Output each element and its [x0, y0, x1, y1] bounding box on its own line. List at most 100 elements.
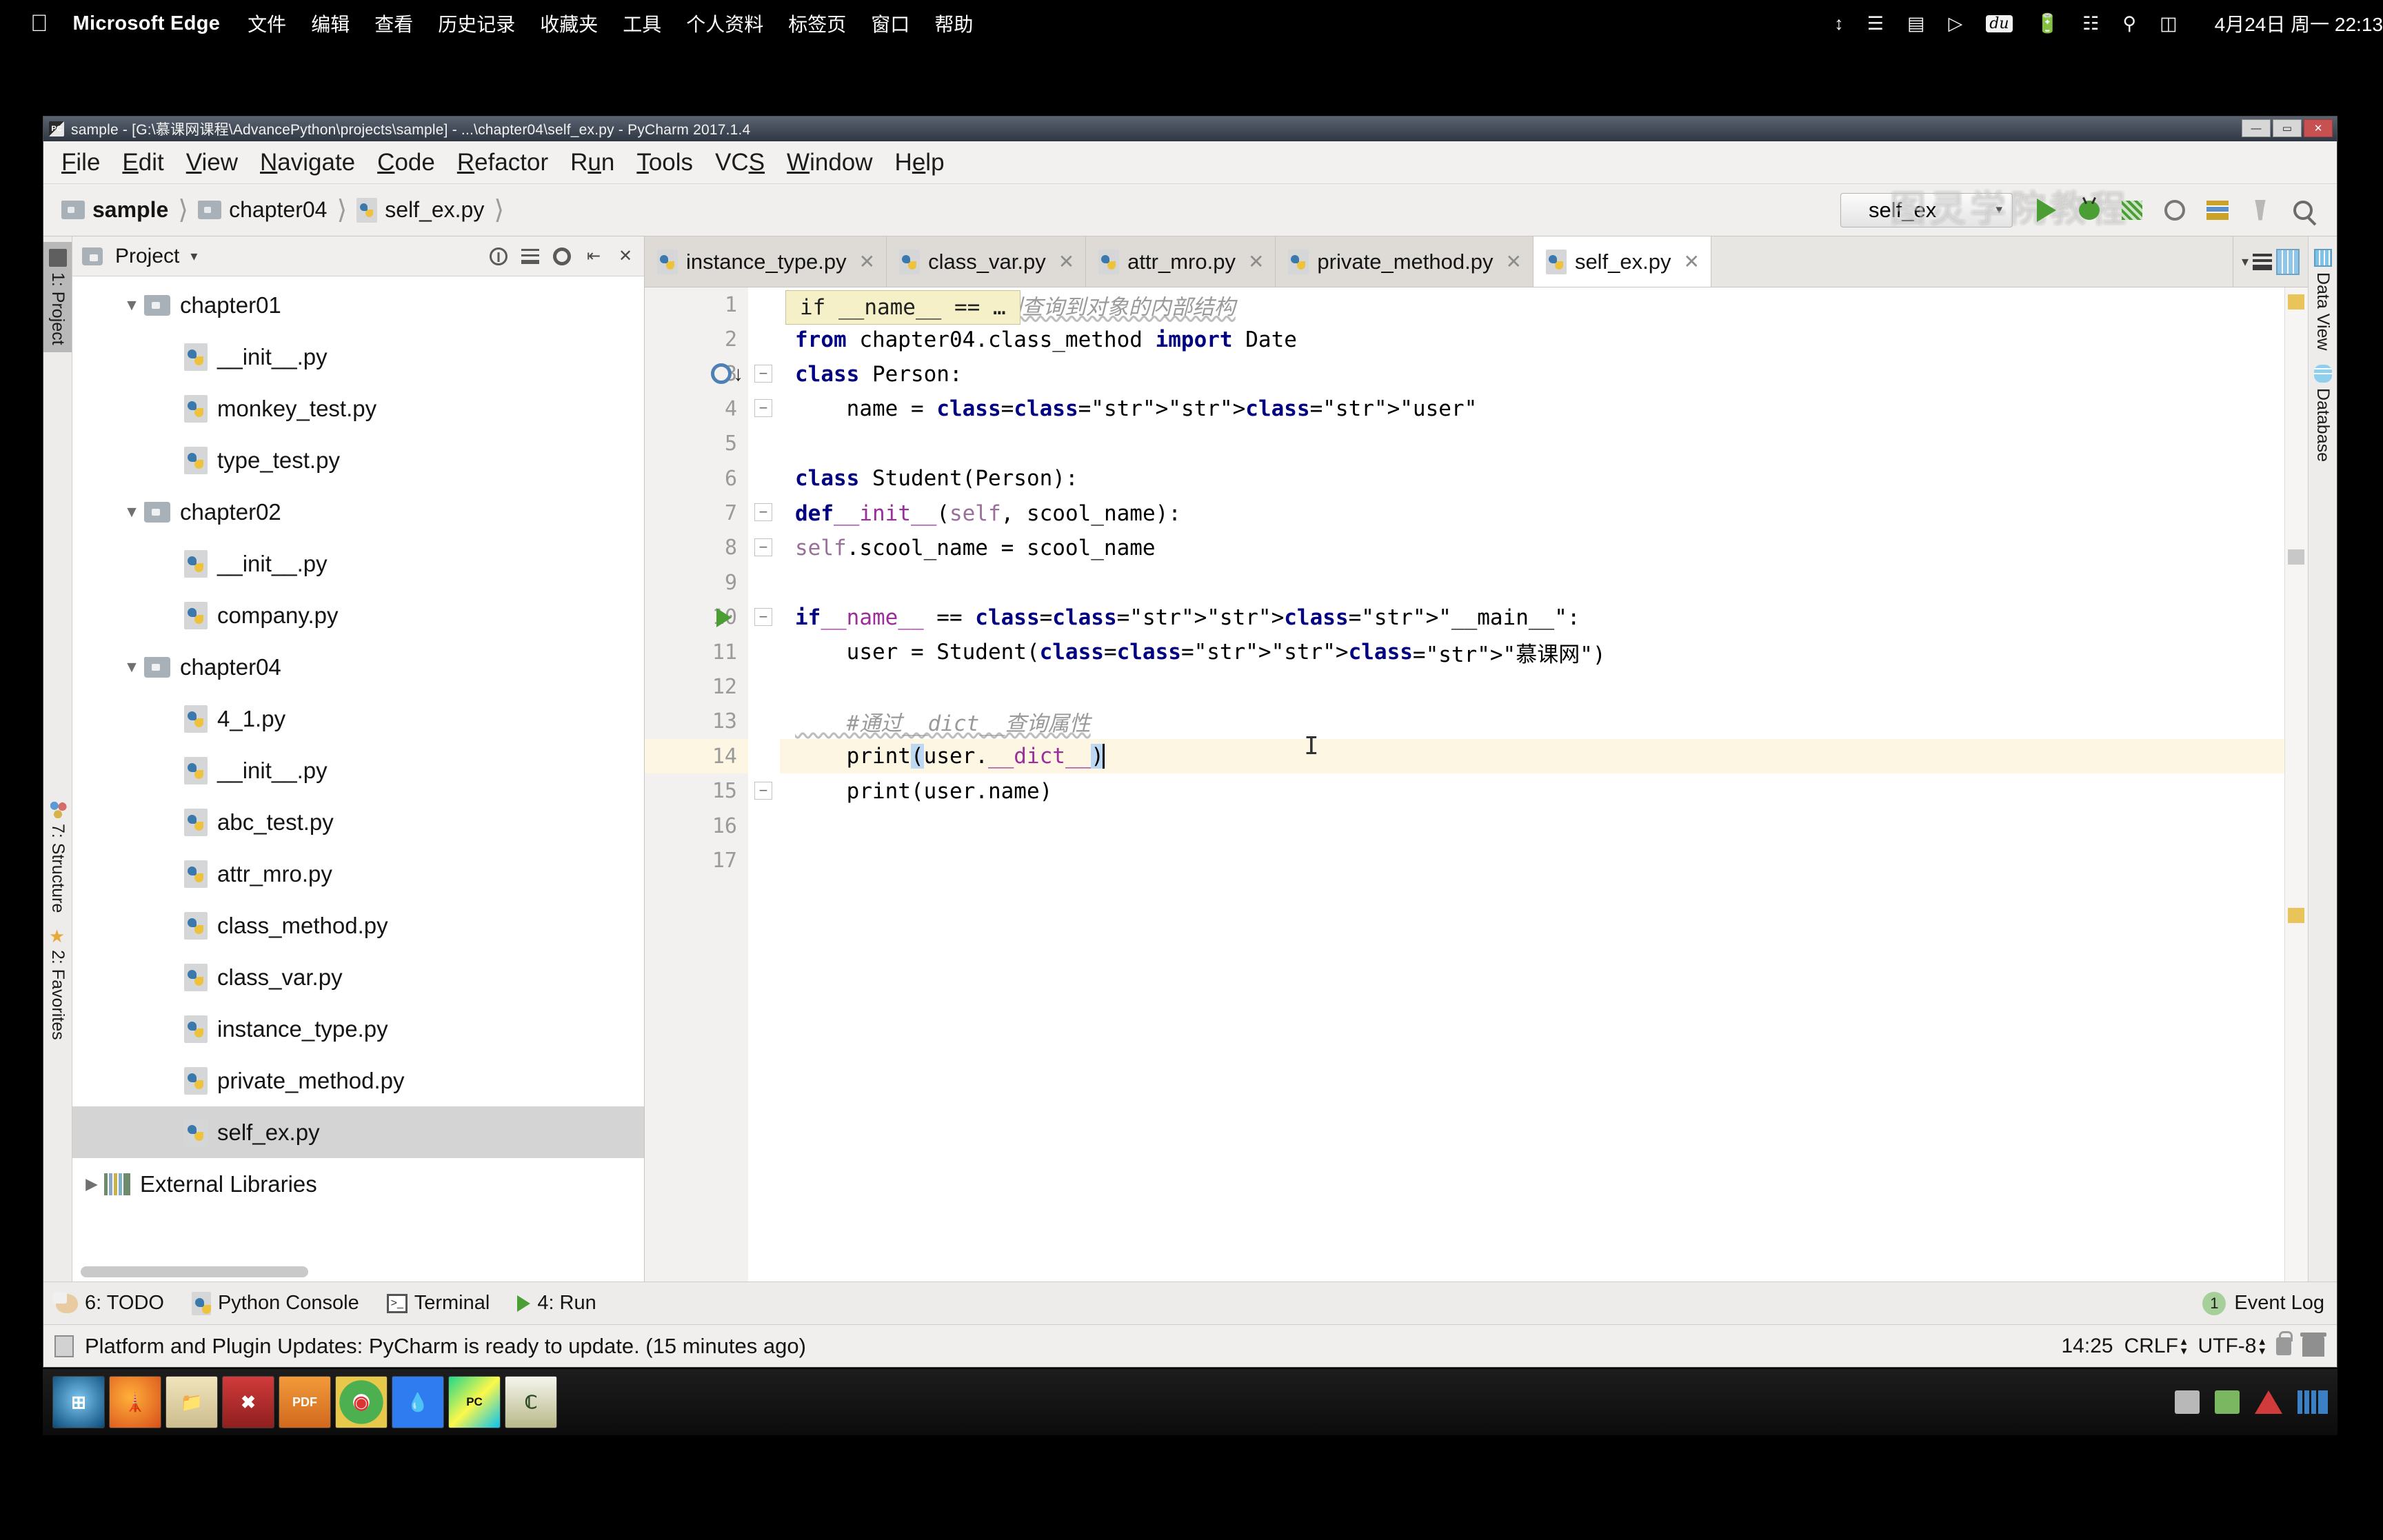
tree-item-4-1-py[interactable]: ▪ 4_1.py: [72, 693, 644, 744]
collapse-all-icon[interactable]: [519, 245, 542, 268]
menu-refactor[interactable]: Refactor: [457, 149, 548, 176]
sidebar-item-project[interactable]: 1: Project: [43, 242, 72, 352]
error-stripe-marker-rail[interactable]: [2284, 287, 2308, 1281]
coverage-button[interactable]: [2111, 191, 2153, 230]
mac-menu-item-tabs[interactable]: 标签页: [788, 10, 846, 37]
build-button[interactable]: [2239, 191, 2282, 230]
code-line[interactable]: [780, 427, 2284, 461]
code-line[interactable]: from chapter04.class_method import Date: [780, 322, 2284, 356]
run-configuration-selector[interactable]: self_ex ▾: [1840, 192, 2013, 227]
tree-item-type-test-py[interactable]: ▪ type_test.py: [72, 434, 644, 486]
fold-toggle-icon[interactable]: −: [754, 399, 772, 418]
maximize-button[interactable]: ▭: [2273, 119, 2302, 137]
code-line[interactable]: class Person:: [780, 357, 2284, 392]
menu-edit[interactable]: Edit: [122, 149, 163, 176]
mac-menu-item-view[interactable]: 查看: [374, 10, 413, 37]
chevron-down-icon[interactable]: ▼: [119, 658, 144, 676]
code-line[interactable]: print(user. __dict__): [780, 739, 2284, 774]
tab-self-ex[interactable]: self_ex.py ✕: [1533, 236, 1711, 287]
drop-icon[interactable]: 💧: [392, 1376, 444, 1428]
file-encoding[interactable]: UTF-8 ▴ ▾: [2198, 1335, 2265, 1358]
tree-item-monkey-test-py[interactable]: ▪ monkey_test.py: [72, 383, 644, 434]
debug-button[interactable]: [2068, 191, 2111, 230]
menu-view[interactable]: View: [186, 149, 238, 176]
breadcrumb-item-sample[interactable]: sample: [92, 197, 168, 223]
deploy-button[interactable]: [2196, 191, 2239, 230]
fold-toggle-icon[interactable]: −: [754, 503, 772, 522]
close-icon[interactable]: ✕: [614, 245, 637, 268]
tool-window-terminal[interactable]: >_ Terminal: [386, 1292, 490, 1315]
minimize-button[interactable]: —: [2242, 119, 2271, 137]
tree-item--init-py[interactable]: ▪ __init__.py: [72, 538, 644, 589]
mac-menu-item-favorites[interactable]: 收藏夹: [540, 10, 598, 37]
baidu-du-icon[interactable]: du: [1986, 14, 2013, 32]
sidebar-item-favorites[interactable]: ★ 2: Favorites: [43, 920, 72, 1047]
tree-item-private-method-py[interactable]: ▪ private_method.py: [72, 1055, 644, 1106]
profile-button[interactable]: [2153, 191, 2196, 230]
menu-vcs[interactable]: VCS: [715, 149, 765, 176]
tree-item-company-py[interactable]: ▪ company.py: [72, 589, 644, 641]
tree-item-attr-mro-py[interactable]: ▪ attr_mro.py: [72, 848, 644, 900]
windows-start-icon[interactable]: ⊞: [52, 1376, 105, 1428]
chevron-down-icon[interactable]: ▾: [190, 247, 197, 265]
apple-logo-icon[interactable]: : [30, 12, 48, 35]
marker-warning[interactable]: [2288, 294, 2304, 310]
code-line[interactable]: [780, 669, 2284, 704]
menu-navigate[interactable]: Navigate: [260, 149, 355, 176]
code-line[interactable]: if __name__ == class = class ="str">"str"> c…: [780, 600, 2284, 635]
menu-file[interactable]: File: [61, 149, 100, 176]
active-app-name[interactable]: Microsoft Edge: [73, 12, 221, 35]
mac-clock[interactable]: 4月24日 周一 22:13: [2215, 10, 2383, 37]
sidebar-item-database[interactable]: Database: [2309, 358, 2337, 469]
pdf-icon[interactable]: PDF: [279, 1376, 331, 1428]
chevron-right-icon[interactable]: ▶: [79, 1175, 104, 1193]
sidebar-item-structure[interactable]: 7: Structure: [43, 793, 72, 920]
chevron-down-icon[interactable]: ▾: [1982, 202, 2002, 218]
menu-tools[interactable]: Tools: [636, 149, 693, 176]
mac-menu-item-history[interactable]: 历史记录: [438, 10, 515, 37]
explorer-icon[interactable]: 📁: [165, 1376, 218, 1428]
pycharm-icon[interactable]: PC: [448, 1376, 501, 1428]
search-everywhere-button[interactable]: [2282, 191, 2324, 230]
unlocked-icon[interactable]: [2276, 1330, 2293, 1355]
run-button[interactable]: [2025, 191, 2068, 230]
green-chip-icon[interactable]: [2215, 1390, 2240, 1414]
menu-window[interactable]: Window: [787, 149, 873, 176]
code-editor[interactable]: #自省是通过一定的机制查询到对象的内部结构from chapter04.clas…: [780, 287, 2284, 1281]
close-icon[interactable]: ✕: [1058, 250, 1074, 273]
firefox-icon[interactable]: 🗼: [109, 1376, 161, 1428]
mac-menu-item-help[interactable]: 帮助: [934, 10, 973, 37]
bookmark-icon[interactable]: ☰: [1867, 13, 1884, 34]
tab-class-var[interactable]: class_var.py ✕: [887, 236, 1087, 287]
code-line[interactable]: user = Student(class = class ="str">"str"> c…: [780, 635, 2284, 669]
sidebar-item-data-view[interactable]: Data View: [2309, 242, 2337, 358]
code-line[interactable]: #通过__dict__查询属性: [780, 705, 2284, 739]
status-message[interactable]: Platform and Plugin Updates: PyCharm is …: [85, 1334, 806, 1359]
tree-item-abc-test-py[interactable]: ▪ abc_test.py: [72, 796, 644, 848]
window-title-bar[interactable]: PC sample - [G:\慕课网课程\AdvancePython\proj…: [43, 116, 2337, 141]
project-tree[interactable]: ▼ chapter01 ▪ __init__.py ▪ monkey_test.py ▪ ty…: [72, 276, 644, 1281]
menu-code[interactable]: Code: [377, 149, 435, 176]
tree-item--init-py[interactable]: ▪ __init__.py: [72, 744, 644, 796]
menu-run[interactable]: Run: [570, 149, 614, 176]
horizontal-scrollbar[interactable]: [81, 1266, 308, 1277]
hide-icon[interactable]: ⇤: [582, 245, 605, 268]
tree-item--init-py[interactable]: ▪ __init__.py: [72, 331, 644, 383]
mac-menu-item-window[interactable]: 窗口: [871, 10, 909, 37]
fold-toggle-icon[interactable]: −: [754, 607, 772, 626]
mac-menu-item-tools[interactable]: 工具: [623, 10, 661, 37]
chevron-down-icon[interactable]: ▼: [119, 296, 144, 314]
marker-changed[interactable]: [2288, 908, 2304, 923]
code-line[interactable]: name = class = class ="str">"str"> class ="st…: [780, 392, 2284, 426]
close-icon[interactable]: ✕: [1684, 250, 1700, 273]
tree-item-instance-type-py[interactable]: ▪ instance_type.py: [72, 1003, 644, 1055]
close-button[interactable]: ✕: [2304, 119, 2333, 137]
code-line[interactable]: [780, 809, 2284, 843]
tree-item-chapter02[interactable]: ▼ chapter02: [72, 486, 644, 538]
mac-menu-item-file[interactable]: 文件: [248, 10, 286, 37]
wifi-off-icon[interactable]: ☷: [2082, 13, 2099, 34]
inspector-icon[interactable]: [2300, 1332, 2326, 1357]
code-line[interactable]: [780, 565, 2284, 600]
tab-attr-mro[interactable]: attr_mro.py ✕: [1086, 236, 1276, 287]
battery-charging-icon[interactable]: 🔋: [2036, 12, 2060, 34]
